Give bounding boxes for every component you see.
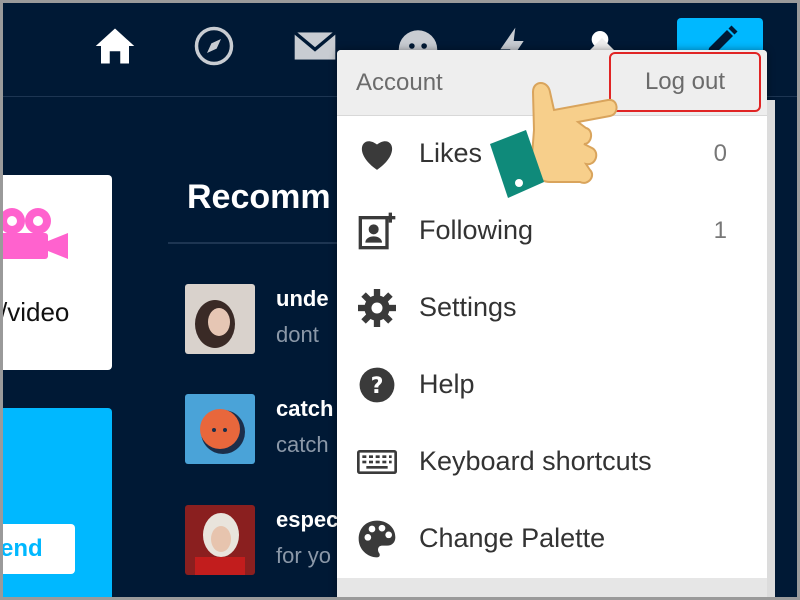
recommended-name[interactable]: unde [276,286,329,312]
logout-button[interactable]: Log out [609,52,761,112]
recommended-subtitle: dont [276,322,319,347]
logout-label: Log out [644,68,726,95]
menu-item-settings[interactable]: Settings [337,270,767,347]
keyboard-icon [357,442,397,482]
svg-text:?: ? [371,373,384,399]
menu-item-count: 0 [713,140,727,167]
menu-scrollbar[interactable] [767,100,775,600]
recommended-name[interactable]: espec [276,507,338,533]
gear-icon [357,288,397,328]
menu-item-count: 1 [713,217,727,244]
menu-item-label: Likes [419,138,483,168]
menu-item-label: Help [419,369,475,399]
recommended-title: Recomm [187,178,331,216]
menu-item-change-palette[interactable]: Change Palette [337,501,767,578]
avatar[interactable] [185,505,255,575]
heart-icon [357,134,397,174]
blue-card-button[interactable]: end [0,524,75,574]
pointing-hand-icon [488,70,618,200]
mail-icon[interactable] [293,24,337,68]
avatar[interactable] [185,284,255,354]
menu-item-label: Keyboard shortcuts [419,446,652,476]
help-icon: ? [357,365,397,405]
menu-item-keyboard-shortcuts[interactable]: Keyboard shortcuts [337,424,767,501]
explore-icon[interactable] [192,24,236,68]
menu-item-label: Change Palette [419,523,606,553]
menu-item-following[interactable]: Following 1 [337,193,767,270]
recommended-name[interactable]: catch [276,396,333,422]
post-video-card[interactable]: /video [0,175,112,370]
palette-icon [357,519,397,559]
home-icon[interactable] [93,24,137,68]
menu-item-label: Following [419,215,534,245]
video-camera-icon [0,208,68,259]
menu-item-help[interactable]: ? Help [337,347,767,424]
menu-next-item-partial[interactable] [337,578,767,600]
recommended-subtitle: catch [276,432,329,457]
avatar[interactable] [185,394,255,464]
following-icon [357,211,397,251]
menu-item-label: Settings [419,292,517,322]
recommended-subtitle: for yo [276,543,332,568]
blue-promo-card: end [0,408,112,600]
blue-card-button-label: end [0,535,43,562]
recommended-divider [168,242,358,244]
video-card-label: /video [0,297,70,327]
account-header-label: Account [356,69,443,96]
